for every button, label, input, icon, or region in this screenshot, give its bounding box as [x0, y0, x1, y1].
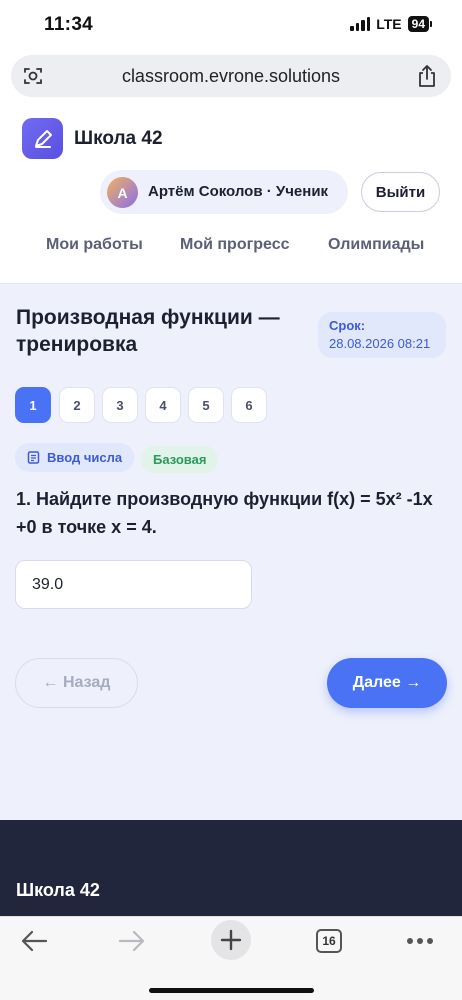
status-indicators: LTE 94 — [350, 16, 432, 32]
difficulty-label: Базовая — [153, 452, 207, 467]
share-icon[interactable] — [417, 64, 437, 88]
footer-title: Школа 42 — [16, 880, 100, 900]
plus-icon — [220, 929, 242, 951]
question-button-2[interactable]: 2 — [59, 387, 95, 423]
answer-input[interactable] — [15, 560, 252, 609]
question-button-6[interactable]: 6 — [231, 387, 267, 423]
nav-item-olympiads[interactable]: Олимпиады — [328, 236, 424, 254]
answer-type-label: Ввод числа — [47, 450, 123, 465]
user-name: Артём Соколов · Ученик — [148, 183, 329, 200]
logout-button[interactable]: Выйти — [361, 172, 440, 212]
question-button-1[interactable]: 1 — [15, 387, 51, 423]
main-nav: Мои работы Мой прогресс Олимпиады — [0, 236, 462, 260]
battery-icon: 94 — [407, 16, 429, 32]
document-icon — [27, 451, 40, 464]
nav-item-my-works[interactable]: Мои работы — [46, 236, 143, 254]
avatar: A — [107, 177, 138, 208]
nav-item-my-progress[interactable]: Мой прогресс — [180, 236, 290, 254]
pencil-icon — [34, 129, 52, 148]
battery-tip — [430, 21, 432, 27]
question-button-3[interactable]: 3 — [102, 387, 138, 423]
question-text: 1. Найдите производную функции f(x) = 5x… — [16, 489, 433, 537]
forward-arrow-icon[interactable] — [118, 929, 146, 953]
difficulty-tag: Базовая — [141, 446, 219, 473]
new-tab-button[interactable] — [211, 920, 251, 960]
test-title: Производная функции — тренировка — [16, 306, 280, 356]
question-button-4[interactable]: 4 — [145, 387, 181, 423]
next-button[interactable]: Далее → — [327, 658, 447, 708]
tabs-icon[interactable]: 16 — [316, 929, 342, 953]
question-button-5[interactable]: 5 — [188, 387, 224, 423]
browser-bottom-bar: 16 — [0, 916, 462, 1000]
status-bar: 11:34 LTE 94 — [0, 0, 462, 52]
more-icon[interactable] — [406, 937, 434, 945]
answer-type-tag: Ввод числа — [15, 443, 135, 472]
network-label: LTE — [376, 16, 402, 32]
school-name[interactable]: Школа 42 — [74, 128, 163, 150]
back-button[interactable]: ← Назад — [15, 658, 138, 708]
deadline-label: Срок: — [329, 318, 366, 333]
site-footer: Школа 42 — [0, 820, 462, 920]
deadline-badge: Срок: 28.08.2026 08:21 — [318, 312, 446, 358]
url-text[interactable]: classroom.evrone.solutions — [11, 66, 451, 87]
url-bar[interactable]: classroom.evrone.solutions — [11, 55, 451, 97]
site-header: Школа 42 A Артём Соколов · Ученик Выйти … — [0, 104, 462, 284]
status-time: 11:34 — [44, 14, 94, 35]
user-pill[interactable]: A Артём Соколов · Ученик — [100, 170, 348, 214]
logo[interactable] — [22, 118, 63, 159]
signal-icon — [350, 17, 371, 31]
home-indicator — [149, 988, 314, 993]
back-arrow-icon[interactable] — [20, 929, 48, 953]
deadline-value: 28.08.2026 08:21 — [329, 336, 431, 351]
browser-url-area: classroom.evrone.solutions — [0, 52, 462, 104]
